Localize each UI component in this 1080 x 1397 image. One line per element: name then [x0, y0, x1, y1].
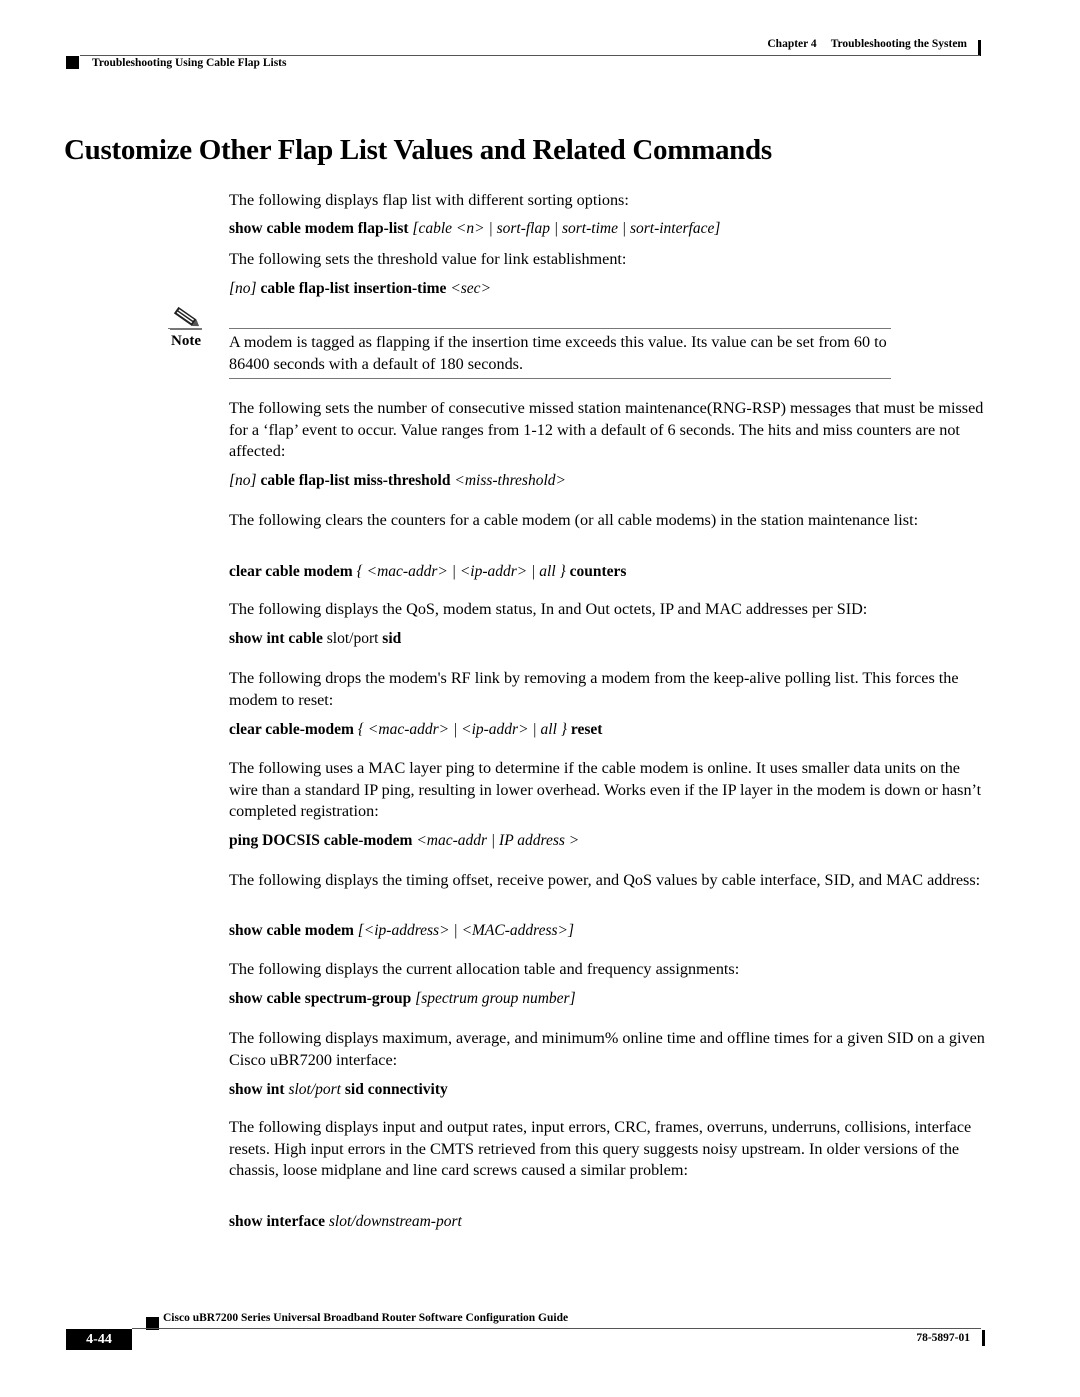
command-keyword: ping DOCSIS cable-modem [229, 832, 413, 849]
paragraph: The following uses a MAC layer ping to d… [229, 759, 982, 820]
command-keyword: cable flap-list insertion-time [260, 280, 447, 297]
paragraph: The following drops the modem's RF link … [229, 669, 959, 709]
command-keyword: show int [229, 1081, 285, 1098]
document-number: 78-5897-01 [916, 1332, 970, 1344]
command-syntax: show cable modem flap-list [cable <n> | … [229, 220, 720, 238]
command-syntax: ping DOCSIS cable-modem <mac-addr | IP a… [229, 832, 579, 850]
paragraph: The following displays the current alloc… [229, 960, 740, 978]
command-optional-prefix: [no] [229, 472, 257, 489]
command-syntax: [no] cable flap-list miss-threshold <mis… [229, 472, 566, 490]
command-keyword: show int cable [229, 630, 323, 647]
command-argument: [<ip-address> | <MAC-address>] [357, 922, 575, 939]
command-keyword-suffix: sid connectivity [344, 1081, 448, 1098]
command-keyword-suffix: reset [570, 721, 603, 738]
command-syntax: clear cable modem { <mac-addr> | <ip-add… [229, 563, 626, 581]
paragraph: The following sets the number of consecu… [229, 399, 984, 460]
command-keyword-suffix: sid [382, 630, 402, 647]
command-argument: [cable <n> | sort-flap | sort-time | sor… [412, 220, 721, 237]
command-argument: <miss-threshold> [454, 472, 566, 489]
command-argument: slot/port [288, 1081, 341, 1098]
command-argument: { <mac-addr> | <ip-addr> | all } [356, 563, 566, 580]
command-argument: slot/downstream-port [328, 1213, 462, 1230]
command-argument: <sec> [450, 280, 492, 297]
chapter-label: Chapter 4 [767, 38, 817, 50]
note-rule-top [229, 328, 891, 329]
paragraph: The following clears the counters for a … [229, 511, 919, 529]
command-keyword: clear cable-modem [229, 721, 354, 738]
paragraph: The following displays flap list with di… [229, 191, 629, 209]
command-syntax: show int cable slot/port sid [229, 630, 401, 648]
header-section-marker [66, 56, 79, 69]
command-syntax: show cable spectrum-group [spectrum grou… [229, 990, 576, 1008]
command-argument: slot/port [326, 630, 379, 647]
command-keyword-suffix: counters [569, 563, 627, 580]
note-text: A modem is tagged as flapping if the ins… [229, 333, 887, 373]
page-title: Customize Other Flap List Values and Rel… [64, 134, 772, 166]
command-keyword: show cable modem flap-list [229, 220, 409, 237]
command-syntax: show interface slot/downstream-port [229, 1213, 462, 1231]
paragraph: The following displays the timing offset… [229, 871, 981, 889]
chapter-title: Troubleshooting the System [830, 38, 967, 50]
command-syntax: clear cable-modem { <mac-addr> | <ip-add… [229, 721, 602, 739]
running-header-section: Troubleshooting Using Cable Flap Lists [92, 57, 287, 69]
paragraph: The following displays the QoS, modem st… [229, 600, 868, 618]
command-syntax: show cable modem [<ip-address> | <MAC-ad… [229, 922, 574, 940]
paragraph: The following displays maximum, average,… [229, 1029, 985, 1069]
footer-rule [132, 1328, 981, 1329]
command-argument: [spectrum group number] [415, 990, 576, 1007]
footer-marker-bar [982, 1330, 985, 1346]
footer-guide-title: Cisco uBR7200 Series Universal Broadband… [163, 1312, 569, 1324]
paragraph: The following displays input and output … [229, 1118, 972, 1179]
command-keyword: show cable modem [229, 922, 354, 939]
header-rule [80, 55, 980, 56]
command-optional-prefix: [no] [229, 280, 257, 297]
command-argument: <mac-addr | IP address > [416, 832, 580, 849]
command-keyword: show cable spectrum-group [229, 990, 412, 1007]
note-icon-rule [168, 328, 202, 329]
command-argument: { <mac-addr> | <ip-addr> | all } [357, 721, 567, 738]
note-label: Note [171, 333, 201, 349]
command-keyword: show interface [229, 1213, 325, 1230]
header-marker-bar [978, 40, 981, 56]
running-header-chapter: Chapter 4 Troubleshooting the System [767, 38, 967, 50]
page-number: 4-44 [66, 1329, 132, 1350]
command-syntax: [no] cable flap-list insertion-time <sec… [229, 280, 491, 298]
command-keyword: clear cable modem [229, 563, 353, 580]
paragraph: The following sets the threshold value f… [229, 250, 627, 268]
command-syntax: show int slot/port sid connectivity [229, 1081, 448, 1099]
command-keyword: cable flap-list miss-threshold [260, 472, 451, 489]
note-rule-bottom [229, 378, 891, 379]
